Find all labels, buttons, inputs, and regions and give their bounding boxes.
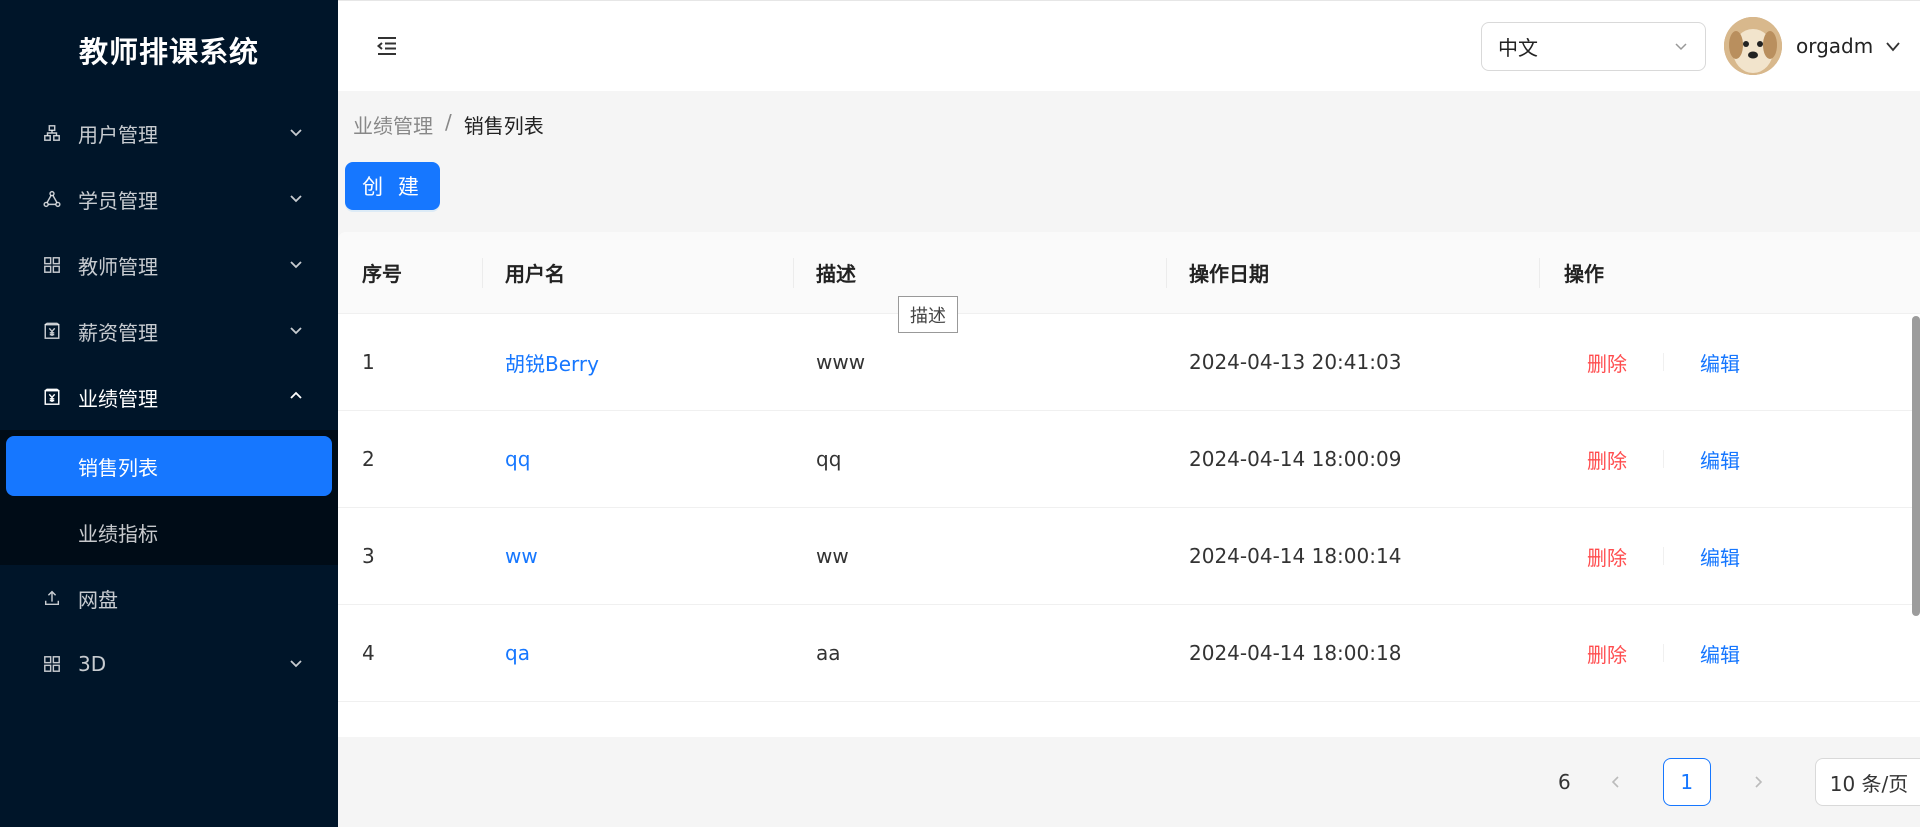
- delete-button[interactable]: 删除: [1564, 542, 1663, 571]
- column-header-description: 描述: [794, 232, 1167, 313]
- chevron-down-icon: [288, 121, 304, 145]
- language-select[interactable]: 中文: [1481, 22, 1706, 71]
- cell-actions: 删除 编辑: [1540, 542, 1900, 571]
- cell-no: 1: [362, 350, 375, 374]
- app-title: 教师排课系统: [78, 35, 259, 69]
- cell-date: 2024-04-14 18:00:18: [1189, 641, 1402, 665]
- pagination: 6 1 10 条/页: [1558, 758, 1920, 806]
- chevron-down-icon: [1673, 35, 1689, 59]
- cell-description: qq: [816, 447, 842, 471]
- menu-fold-icon[interactable]: [374, 33, 400, 59]
- column-tooltip: 描述: [898, 296, 958, 333]
- breadcrumb: 业绩管理 / 销售列表: [353, 110, 544, 139]
- next-page-icon[interactable]: [1743, 767, 1773, 797]
- cell-no: 2: [362, 447, 375, 471]
- table-header: 序号 用户名 描述 操作日期 操作: [338, 232, 1920, 314]
- prev-page-icon[interactable]: [1601, 767, 1631, 797]
- chevron-down-icon: [288, 652, 304, 676]
- menu-label: 3D: [78, 652, 107, 676]
- menu-label: 教师管理: [78, 254, 158, 279]
- sidebar-item-performance-targets[interactable]: 业绩指标: [0, 499, 338, 565]
- avatar[interactable]: [1724, 17, 1782, 75]
- chevron-up-icon: [288, 385, 304, 409]
- cell-date: 2024-04-13 20:41:03: [1189, 350, 1402, 374]
- language-value: 中文: [1498, 36, 1538, 60]
- menu-teacher-management[interactable]: 教师管理: [0, 232, 338, 298]
- cell-no: 4: [362, 641, 375, 665]
- scrollbar[interactable]: [1912, 316, 1920, 616]
- cell-no: 3: [362, 544, 375, 568]
- edit-button[interactable]: 编辑: [1664, 445, 1740, 474]
- table-row: 2 qq qq 2024-04-14 18:00:09 删除 编辑: [338, 411, 1920, 508]
- cell-date: 2024-04-14 18:00:09: [1189, 447, 1402, 471]
- username[interactable]: orgadm: [1796, 34, 1873, 58]
- cell-actions: 删除 编辑: [1540, 348, 1900, 377]
- chevron-down-icon: [288, 253, 304, 277]
- create-button[interactable]: 创 建: [345, 162, 440, 210]
- breadcrumb-separator: /: [445, 110, 452, 134]
- cell-username-link[interactable]: qq: [483, 447, 794, 471]
- money-icon: [42, 387, 62, 407]
- menu-netdisk[interactable]: 网盘: [0, 565, 338, 631]
- chevron-down-icon[interactable]: [1884, 37, 1902, 55]
- cell-actions: 删除 编辑: [1540, 639, 1900, 668]
- chevron-down-icon: [288, 319, 304, 343]
- sidebar: 教师排课系统 用户管理 学员管理 教师管理 薪资管理 业绩管理 销售列表 业绩指…: [0, 0, 338, 827]
- upload-icon: [42, 588, 62, 608]
- edit-button[interactable]: 编辑: [1664, 542, 1740, 571]
- top-header: 中文 orgadm: [338, 0, 1920, 91]
- cell-date: 2024-04-14 18:00:14: [1189, 544, 1402, 568]
- grid-icon: [42, 654, 62, 674]
- cell-description: ww: [816, 544, 849, 568]
- table-row: 4 qa aa 2024-04-14 18:00:18 删除 编辑: [338, 605, 1920, 702]
- cell-description: aa: [816, 641, 841, 665]
- menu-label: 用户管理: [78, 122, 158, 147]
- org-icon: [42, 123, 62, 143]
- performance-submenu: 销售列表 业绩指标: [0, 430, 338, 565]
- cell-username-link[interactable]: qa: [483, 641, 794, 665]
- grid-icon: [42, 255, 62, 275]
- cell-username-link[interactable]: 胡锐Berry: [483, 348, 794, 377]
- page-number[interactable]: 1: [1662, 758, 1711, 806]
- menu-user-management[interactable]: 用户管理: [0, 100, 338, 166]
- column-header-username: 用户名: [483, 232, 794, 313]
- delete-button[interactable]: 删除: [1564, 348, 1663, 377]
- breadcrumb-parent[interactable]: 业绩管理: [353, 110, 433, 139]
- page-size-select[interactable]: 10 条/页: [1814, 758, 1920, 806]
- menu-student-management[interactable]: 学员管理: [0, 166, 338, 232]
- column-header-date: 操作日期: [1167, 232, 1540, 313]
- chevron-down-icon: [288, 187, 304, 211]
- table-row: 1 胡锐Berry www 2024-04-13 20:41:03 删除 编辑: [338, 314, 1920, 411]
- edit-button[interactable]: 编辑: [1664, 348, 1740, 377]
- sidebar-item-sales-list[interactable]: 销售列表: [6, 436, 332, 496]
- sales-table: 序号 用户名 描述 操作日期 操作 1 胡锐Berry www 2024-04-…: [338, 232, 1920, 737]
- menu-label: 业绩管理: [78, 386, 158, 411]
- menu-salary-management[interactable]: 薪资管理: [0, 298, 338, 364]
- table-row: 3 ww ww 2024-04-14 18:00:14 删除 编辑: [338, 508, 1920, 605]
- column-header-actions: 操作: [1564, 262, 1604, 286]
- edit-button[interactable]: 编辑: [1664, 639, 1740, 668]
- page-size-value: 10 条/页: [1829, 771, 1909, 796]
- menu-3d[interactable]: 3D: [0, 631, 338, 697]
- breadcrumb-current: 销售列表: [463, 114, 544, 138]
- menu-performance-management[interactable]: 业绩管理: [0, 364, 338, 430]
- menu-label: 薪资管理: [78, 320, 158, 345]
- total-count: 6: [1558, 770, 1571, 794]
- menu-label: 学员管理: [78, 188, 158, 213]
- share-icon: [42, 189, 62, 209]
- cell-username-link[interactable]: ww: [483, 544, 794, 568]
- delete-button[interactable]: 删除: [1564, 639, 1663, 668]
- menu-label: 网盘: [78, 587, 118, 612]
- cell-actions: 删除 编辑: [1540, 445, 1900, 474]
- delete-button[interactable]: 删除: [1564, 445, 1663, 474]
- column-header-no: 序号: [338, 232, 483, 313]
- money-icon: [42, 321, 62, 341]
- cell-description: www: [816, 350, 866, 374]
